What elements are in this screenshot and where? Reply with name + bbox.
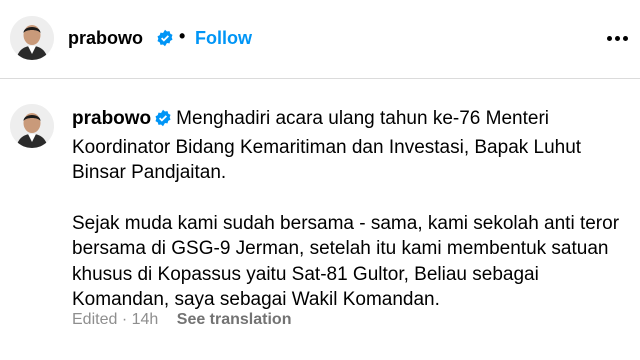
time-separator: · [121,311,128,328]
verified-badge-icon [154,109,172,135]
caption-line: prabowo Menghadiri acara ulang tahun ke-7… [72,106,632,135]
caption-text-line: Komandan, saya sebagai Wakil Komandan. [72,289,440,310]
caption-text-line: Menghadiri acara ulang tahun ke-76 Mente… [176,108,550,129]
profile-photo [10,16,54,60]
avatar[interactable] [10,104,54,148]
verified-badge-icon [156,29,174,52]
separator-dot: • [179,26,186,46]
divider [0,78,640,79]
post-meta: Edited · 14h See translation [72,311,291,329]
username-link[interactable]: prabowo [68,28,143,49]
caption-text-line: Binsar Pandjaitan. [72,162,227,183]
avatar[interactable] [10,16,54,60]
more-horizontal-icon[interactable] [606,36,630,42]
follow-button[interactable]: Follow [195,28,252,49]
edited-label: Edited [72,311,118,328]
caption-text-line: Koordinator Bidang Kemaritiman dan Inves… [72,136,582,158]
see-translation-button[interactable]: See translation [177,311,292,328]
timestamp[interactable]: 14h [132,311,159,328]
caption-text-line: khusus di Kopassus yaitu Sat-81 Gultor, … [72,263,539,285]
caption-text-line: bersama di GSG-9 Jerman, setelah itu kam… [72,238,609,259]
profile-photo [10,104,54,148]
caption-username-link[interactable]: prabowo [72,108,151,129]
post-header: prabowo • Follow [0,0,640,78]
caption-text: prabowo Menghadiri acara ulang tahun ke-7… [72,106,632,313]
caption-text-line: Sejak muda kami sudah bersama - sama, ka… [72,212,620,234]
